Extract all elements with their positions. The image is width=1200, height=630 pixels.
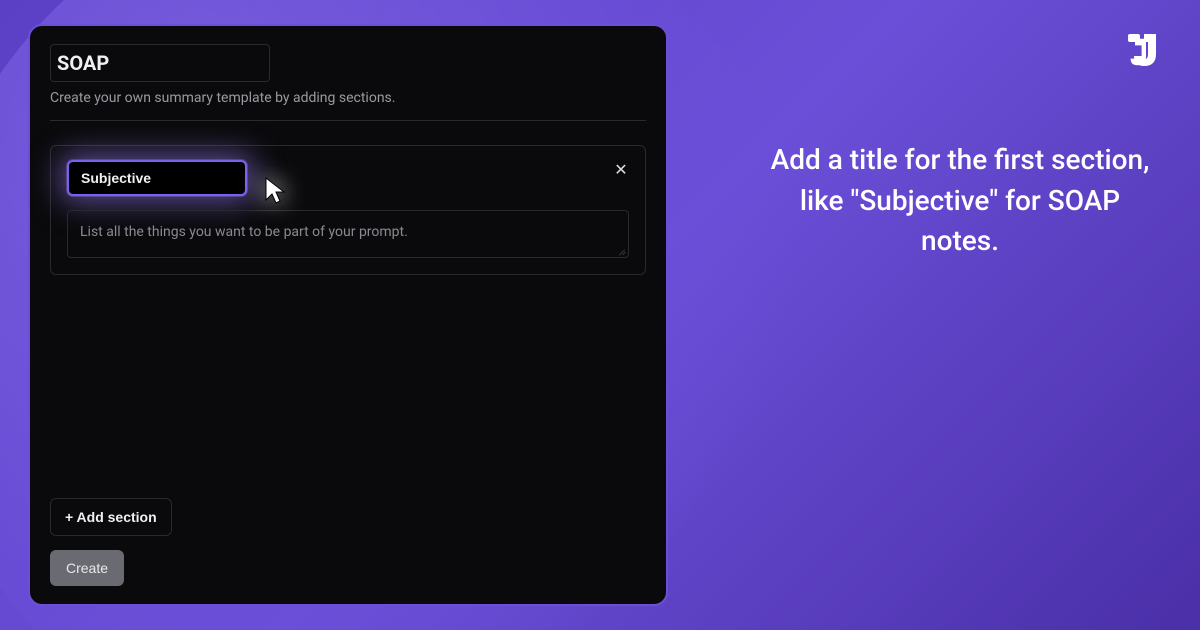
add-section-button[interactable]: + Add section [50, 498, 172, 536]
modal-subtitle: Create your own summary template by addi… [50, 90, 646, 106]
section-prompt-textarea[interactable]: List all the things you want to be part … [67, 210, 629, 258]
add-section-label: + Add section [65, 509, 157, 525]
spacer [50, 275, 646, 498]
resize-handle-icon[interactable] [616, 245, 626, 255]
create-button[interactable]: Create [50, 550, 124, 586]
instruction-text: Add a title for the first section, like … [760, 140, 1160, 262]
section-prompt-placeholder: List all the things you want to be part … [80, 224, 408, 240]
divider [50, 120, 646, 121]
logo-icon [1120, 28, 1164, 72]
section-title-input[interactable] [67, 160, 247, 196]
remove-section-button[interactable]: ✕ [611, 160, 631, 180]
create-label: Create [66, 560, 108, 576]
template-name-field[interactable]: SOAP [50, 44, 270, 82]
template-editor-modal: SOAP Create your own summary template by… [28, 24, 668, 606]
template-name-value: SOAP [53, 51, 259, 75]
cursor-icon [264, 176, 288, 206]
close-icon: ✕ [614, 160, 627, 180]
section-card: ✕ List all the things you want to be par… [50, 145, 646, 275]
brand-logo [1120, 28, 1164, 72]
app-canvas: SOAP Create your own summary template by… [0, 0, 1200, 630]
